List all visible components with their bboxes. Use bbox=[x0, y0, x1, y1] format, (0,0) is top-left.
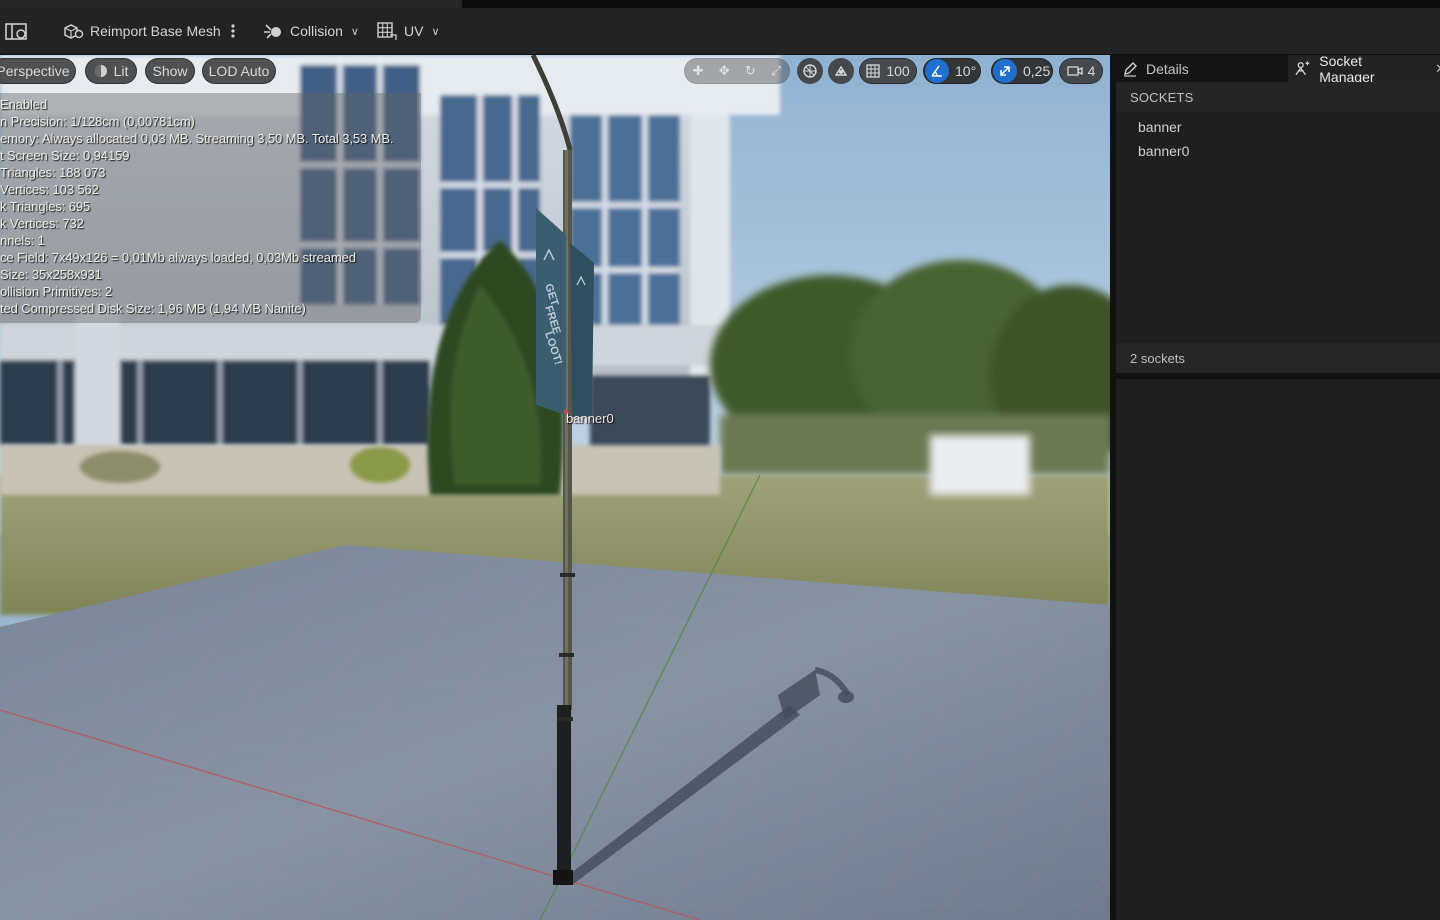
camera-speed-button[interactable]: 4 bbox=[1059, 58, 1103, 84]
rotation-snap-toggle[interactable] bbox=[925, 59, 949, 83]
camera-icon bbox=[1066, 66, 1083, 76]
show-button[interactable]: Show bbox=[145, 58, 195, 84]
scale-arrow-icon bbox=[1000, 66, 1010, 76]
panel-tab-bar: Details Socket Manager ✕ bbox=[1110, 52, 1440, 85]
translate-icon: ✥ bbox=[718, 63, 730, 78]
hide-panel-icon bbox=[5, 23, 27, 40]
lod-auto-button[interactable]: LOD Auto bbox=[202, 58, 276, 84]
uv-label: UV bbox=[404, 23, 424, 39]
rotate-icon: ↻ bbox=[744, 63, 756, 78]
world-icon bbox=[803, 64, 817, 78]
mesh-stats-overlay: Enabled n Precision: 1/128cm (0,00781cm)… bbox=[0, 93, 421, 323]
stats-line: Size: 35x258x931 bbox=[0, 267, 102, 282]
tab-details-label: Details bbox=[1146, 60, 1189, 77]
lod-label: LOD Auto bbox=[208, 63, 270, 79]
select-icon: ✚ bbox=[692, 63, 704, 78]
stats-line: t Screen Size: 0,94159 bbox=[0, 148, 130, 163]
stats-line: Triangles: 188 073 bbox=[0, 165, 106, 180]
socket-item-banner0[interactable]: banner0 bbox=[1138, 143, 1189, 159]
rotation-snap-button[interactable]: 10° bbox=[923, 58, 981, 84]
scale-snap-button[interactable]: 0,25 bbox=[991, 58, 1053, 84]
socket-list: banner banner0 bbox=[1116, 112, 1440, 343]
sockets-header: SOCKETS bbox=[1116, 82, 1440, 112]
tab-socket-manager[interactable]: Socket Manager ✕ bbox=[1288, 52, 1440, 85]
reimport-base-mesh-button[interactable]: Reimport Base Mesh bbox=[62, 8, 221, 54]
grid-icon bbox=[866, 64, 880, 78]
pencil-icon bbox=[1124, 61, 1137, 77]
stats-line: nnels: 1 bbox=[0, 233, 45, 248]
camera-speed-value: 4 bbox=[1087, 63, 1096, 79]
collision-menu-button[interactable]: Collision ∨ bbox=[262, 8, 359, 54]
transform-tools-group[interactable]: ✚ ✥ ↻ ⤢ bbox=[684, 58, 790, 84]
stats-line: ted Compressed Disk Size: 1,96 MB (1,94 … bbox=[0, 301, 306, 316]
close-tab-icon[interactable]: ✕ bbox=[1435, 61, 1440, 77]
tab-socket-manager-label: Socket Manager bbox=[1319, 52, 1375, 85]
more-vert-icon bbox=[231, 24, 235, 38]
uv-grid-icon bbox=[377, 22, 397, 40]
uv-menu-button[interactable]: UV ∨ bbox=[376, 8, 440, 54]
chevron-down-icon: ∨ bbox=[350, 25, 359, 38]
hide-panel-button[interactable] bbox=[4, 8, 30, 54]
coordinate-system-button[interactable] bbox=[797, 58, 823, 84]
grid-snap-value: 100 bbox=[886, 63, 910, 79]
stats-line: Vertices: 103 562 bbox=[0, 182, 99, 197]
show-label: Show bbox=[152, 63, 188, 79]
perspective-label: Perspective bbox=[0, 63, 70, 79]
stats-line: k Vertices: 732 bbox=[0, 216, 84, 231]
scale-snap-toggle[interactable] bbox=[993, 59, 1017, 83]
socket-manager-icon bbox=[1295, 60, 1310, 75]
reimport-icon bbox=[64, 24, 84, 39]
collision-icon bbox=[264, 24, 281, 39]
right-panel: Details Socket Manager ✕ SOCKETS banner … bbox=[1110, 52, 1440, 920]
chevron-down-icon: ∨ bbox=[431, 25, 440, 38]
stats-line: ce Field: 7x49x126 = 0,01Mb always loade… bbox=[0, 250, 356, 265]
scale-snap-value: 0,25 bbox=[1023, 63, 1051, 79]
stats-line: emory: Always allocated 0,03 MB. Streami… bbox=[0, 131, 394, 146]
socket-item-banner[interactable]: banner bbox=[1138, 119, 1182, 135]
surface-snapping-button[interactable] bbox=[828, 58, 854, 84]
angle-icon bbox=[931, 65, 942, 77]
stats-line: n Precision: 1/128cm (0,00781cm) bbox=[0, 114, 195, 129]
view-mode-lit-button[interactable]: Lit bbox=[85, 58, 137, 84]
lit-label: Lit bbox=[113, 63, 129, 79]
perspective-button[interactable]: Perspective bbox=[0, 58, 76, 84]
surface-snap-icon bbox=[834, 65, 848, 76]
socket-label-banner0: banner0 bbox=[566, 411, 614, 426]
scale-icon: ⤢ bbox=[770, 63, 782, 78]
stats-line: k Triangles: 695 bbox=[0, 199, 91, 214]
grid-snap-button[interactable]: 100 bbox=[859, 58, 917, 84]
rotation-snap-value: 10° bbox=[955, 63, 977, 79]
socket-details-area bbox=[1116, 379, 1440, 920]
tab-details[interactable]: Details bbox=[1118, 55, 1292, 82]
static-mesh-viewport[interactable]: GET FREE LOOT! Enabled n Precision: 1/12… bbox=[0, 55, 1110, 920]
reimport-label: Reimport Base Mesh bbox=[90, 23, 221, 39]
top-strip-tab bbox=[0, 0, 462, 8]
collision-label: Collision bbox=[290, 23, 343, 39]
stats-line: Enabled bbox=[0, 97, 48, 112]
socket-count: 2 sockets bbox=[1116, 343, 1440, 373]
lit-sphere-icon bbox=[94, 65, 107, 77]
window-top-strip bbox=[0, 0, 1440, 8]
more-options-button[interactable] bbox=[228, 8, 238, 54]
toolbar: Reimport Base Mesh Collision ∨ UV ∨ bbox=[0, 8, 1440, 55]
stats-line: ollision Primitives: 2 bbox=[0, 284, 112, 299]
